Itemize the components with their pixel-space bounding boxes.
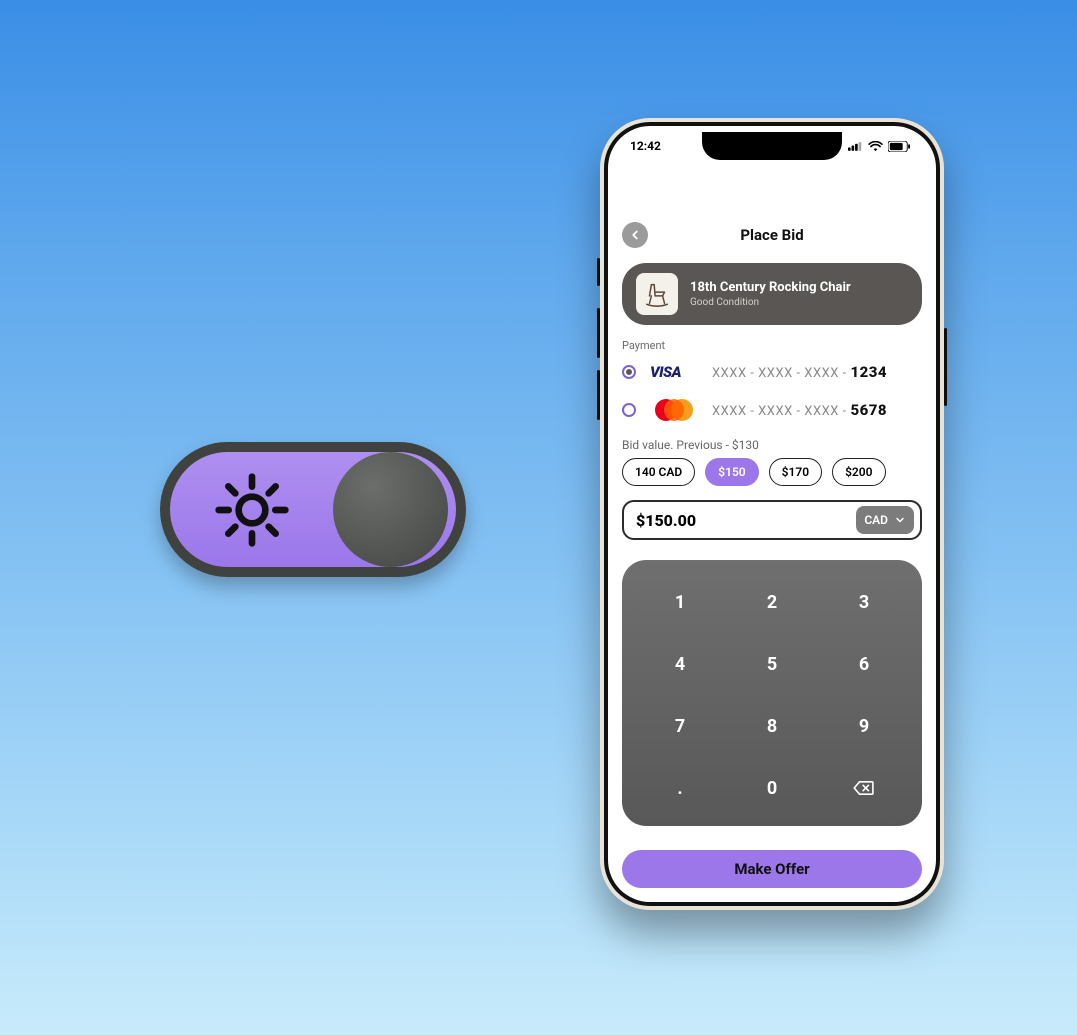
key-2[interactable]: 2 — [732, 580, 812, 624]
bid-chip-150[interactable]: $150 — [705, 458, 758, 486]
back-button[interactable] — [622, 222, 648, 248]
key-6[interactable]: 6 — [824, 642, 904, 686]
payment-option-mastercard[interactable]: XXXX - XXXX - XXXX - 5678 — [622, 396, 922, 424]
radio-selected[interactable] — [622, 365, 636, 379]
theme-toggle-light-side — [178, 470, 325, 550]
backspace-icon — [853, 780, 875, 796]
key-8[interactable]: 8 — [732, 704, 812, 748]
item-name: 18th Century Rocking Chair — [690, 280, 851, 295]
key-0[interactable]: 0 — [732, 766, 812, 810]
key-1[interactable]: 1 — [640, 580, 720, 624]
bid-value-label: Bid value. Previous - $130 — [622, 438, 922, 452]
phone-frame: 12:42 — [600, 118, 944, 910]
chevron-left-icon — [628, 228, 642, 242]
item-condition: Good Condition — [690, 297, 851, 308]
currency-label: CAD — [864, 513, 888, 527]
payment-option-visa[interactable]: VISA XXXX - XXXX - XXXX - 1234 — [622, 358, 922, 386]
rocking-chair-icon — [642, 279, 672, 309]
key-3[interactable]: 3 — [824, 580, 904, 624]
bid-amount-value: $150.00 — [636, 511, 696, 530]
page-title: Place Bid — [740, 226, 803, 244]
sun-icon — [212, 470, 292, 550]
svg-text:VISA: VISA — [650, 364, 682, 380]
payment-section-label: Payment — [622, 339, 922, 352]
bid-chip-200[interactable]: $200 — [832, 458, 885, 486]
numeric-keypad: 1 2 3 4 5 6 7 8 9 . 0 — [622, 560, 922, 826]
phone-volume-down — [597, 370, 600, 420]
visa-logo: VISA — [648, 364, 700, 380]
currency-selector[interactable]: CAD — [856, 506, 914, 534]
bid-chip-140[interactable]: 140 CAD — [622, 458, 695, 486]
phone-mute-switch — [597, 258, 600, 286]
mastercard-logo — [648, 399, 700, 421]
key-4[interactable]: 4 — [640, 642, 720, 686]
chevron-down-icon — [894, 514, 906, 526]
key-dot[interactable]: . — [640, 766, 720, 810]
key-9[interactable]: 9 — [824, 704, 904, 748]
key-backspace[interactable] — [824, 766, 904, 810]
battery-icon — [888, 141, 910, 152]
theme-toggle[interactable] — [160, 442, 466, 577]
theme-toggle-thumb[interactable] — [333, 452, 448, 567]
bid-chip-170[interactable]: $170 — [769, 458, 822, 486]
phone-notch — [702, 132, 842, 160]
key-5[interactable]: 5 — [732, 642, 812, 686]
phone-volume-up — [597, 308, 600, 358]
radio-unselected[interactable] — [622, 403, 636, 417]
card-number: XXXX - XXXX - XXXX - 1234 — [712, 363, 887, 381]
item-card: 18th Century Rocking Chair Good Conditio… — [622, 263, 922, 325]
cellular-icon — [848, 141, 863, 151]
item-thumbnail — [636, 273, 678, 315]
wifi-icon — [868, 141, 883, 152]
bid-amount-input[interactable]: $150.00 CAD — [622, 500, 922, 540]
phone-screen: 12:42 — [608, 126, 936, 902]
card-number: XXXX - XXXX - XXXX - 5678 — [712, 401, 887, 419]
phone-power-button — [944, 328, 947, 406]
make-offer-button[interactable]: Make Offer — [622, 850, 922, 888]
key-7[interactable]: 7 — [640, 704, 720, 748]
status-time: 12:42 — [630, 139, 661, 153]
